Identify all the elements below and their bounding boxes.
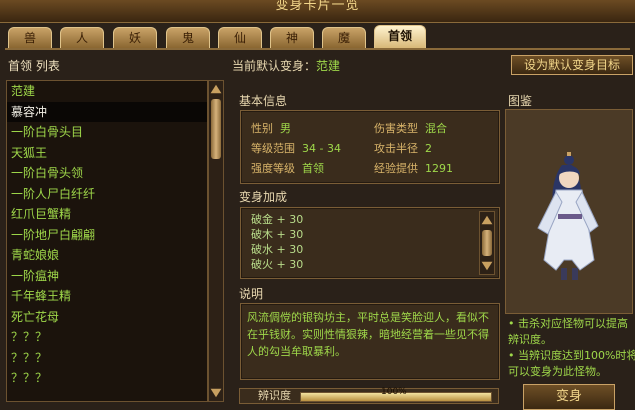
recognition-label: 辨识度: [258, 389, 291, 402]
morph-button[interactable]: 变身: [523, 384, 615, 410]
info-row: 经验提供 1291: [374, 160, 453, 176]
damage-type-label: 伤害类型: [374, 122, 418, 135]
level-range-value: 34 - 34: [302, 142, 341, 155]
tujian-hint-1: • 击杀对应怪物可以提高辨识度。: [508, 317, 628, 346]
morph-bonus-line: 破水 + 30: [251, 243, 304, 256]
boss-list-item[interactable]: 红爪巨蟹精: [7, 204, 207, 225]
morph-bonus-list: 破金 + 30 破木 + 30 破水 + 30 破火 + 30: [251, 212, 303, 272]
boss-list-item[interactable]: 慕容冲: [7, 101, 207, 122]
tab-ghost[interactable]: 鬼: [166, 27, 210, 48]
gender-label: 性别: [251, 122, 273, 135]
strength-level-value: 首领: [302, 162, 324, 175]
boss-list-item[interactable]: 一阶白骨头领: [7, 163, 207, 184]
scroll-thumb[interactable]: [211, 99, 221, 159]
morph-scrollbar[interactable]: [479, 211, 495, 275]
window-titlebar: 变身卡片一览: [0, 0, 635, 23]
tab-human[interactable]: 人: [60, 27, 104, 48]
tab-demon[interactable]: 妖: [113, 27, 157, 48]
scroll-up-icon[interactable]: [210, 84, 222, 94]
morph-bonus-line: 破木 + 30: [251, 228, 304, 241]
basic-info-title: 基本信息: [239, 94, 288, 108]
basic-info-box: 性别 男 伤害类型 混合 等级范围 34 - 34 攻击半径 2 强度等级 首领…: [240, 110, 500, 184]
description-title: 说明: [239, 287, 264, 301]
attack-radius-label: 攻击半径: [374, 142, 418, 155]
list-header: 首领 列表: [8, 59, 60, 73]
level-range-label: 等级范围: [251, 142, 295, 155]
damage-type-value: 混合: [425, 122, 447, 135]
boss-list-item[interactable]: 一阶白骨头目: [7, 122, 207, 143]
recognition-bar: 辨识度 100%: [239, 387, 499, 404]
morph-bonus-line: 破金 + 30: [251, 213, 304, 226]
exp-provided-label: 经验提供: [374, 162, 418, 175]
tab-beast[interactable]: 兽: [8, 27, 52, 48]
info-row: 伤害类型 混合: [374, 120, 447, 136]
boss-list-item[interactable]: ？？？: [7, 348, 207, 369]
current-default-morph: 当前默认变身：范建: [232, 57, 340, 74]
info-row: 强度等级 首领: [251, 160, 324, 176]
tab-devil[interactable]: 魔: [322, 27, 366, 48]
category-tabs: 兽 人 妖 鬼 仙 神 魔 首领: [8, 25, 628, 49]
character-portrait-frame: [505, 109, 633, 314]
scroll-down-icon[interactable]: [481, 261, 493, 271]
boss-list-panel: 首领 列表 范建 慕容冲 一阶白骨头目 天狐王 一阶白骨头领 一阶人尸白纤纤 红爪巨蟹精 一阶…: [4, 54, 224, 402]
current-default-label: 当前默认变身：: [232, 59, 317, 73]
tujian-hint-2: • 当辨识度达到100%时将可以变身为此怪物。: [508, 349, 635, 378]
scroll-thumb[interactable]: [482, 230, 492, 256]
strength-level-label: 强度等级: [251, 162, 295, 175]
character-portrait: [537, 152, 599, 280]
boss-list-item[interactable]: ？？？: [7, 327, 207, 348]
morph-bonus-box: 破金 + 30 破木 + 30 破水 + 30 破火 + 30: [240, 207, 500, 279]
boss-list-item[interactable]: 范建: [7, 81, 207, 102]
description-text: 风流倜傥的银钩坊主，平时总是笑脸迎人，看似不在乎钱财。实则性情狠辣，暗地经营着一…: [247, 311, 489, 358]
exp-provided-value: 1291: [425, 162, 453, 175]
boss-list-item[interactable]: 一阶人尸白纤纤: [7, 184, 207, 205]
boss-list-item[interactable]: 死亡花母: [7, 307, 207, 328]
tab-god[interactable]: 神: [270, 27, 314, 48]
boss-list-item[interactable]: 一阶瘟神: [7, 266, 207, 287]
boss-list-item[interactable]: 青蛇娘娘: [7, 245, 207, 266]
list-scrollbar[interactable]: [208, 80, 224, 402]
set-default-button[interactable]: 设为默认变身目标: [511, 55, 633, 75]
description-box: 风流倜傥的银钩坊主，平时总是笑脸迎人，看似不在乎钱财。实则性情狠辣，暗地经营着一…: [240, 303, 500, 380]
morph-bonus-line: 破火 + 30: [251, 258, 304, 271]
recognition-progress: 100%: [300, 387, 492, 402]
info-row: 等级范围 34 - 34: [251, 140, 341, 156]
recognition-progress-text: 100%: [381, 387, 407, 397]
info-row: 攻击半径 2: [374, 140, 432, 156]
boss-list: 范建 慕容冲 一阶白骨头目 天狐王 一阶白骨头领 一阶人尸白纤纤 红爪巨蟹精 一阶地尸白翩翩青…: [6, 80, 208, 402]
current-default-value: 范建: [316, 59, 341, 73]
info-row: 性别 男: [251, 120, 291, 136]
gender-value: 男: [280, 122, 291, 135]
boss-list-item[interactable]: 一阶地尸白翩翩: [7, 225, 207, 246]
boss-list-item[interactable]: ？？？: [7, 368, 207, 389]
boss-list-item[interactable]: 千年蜂王精: [7, 286, 207, 307]
scroll-down-icon[interactable]: [210, 388, 222, 398]
window-title: 变身卡片一览: [275, 0, 360, 13]
scroll-up-icon[interactable]: [481, 215, 493, 225]
morph-bonus-title: 变身加成: [239, 190, 288, 204]
attack-radius-value: 2: [425, 142, 432, 155]
tab-immortal[interactable]: 仙: [218, 27, 262, 48]
tujian-title: 图鉴: [508, 94, 533, 108]
boss-list-item[interactable]: 天狐王: [7, 143, 207, 164]
tab-boss[interactable]: 首领: [374, 25, 426, 48]
tab-divider: [5, 48, 630, 50]
